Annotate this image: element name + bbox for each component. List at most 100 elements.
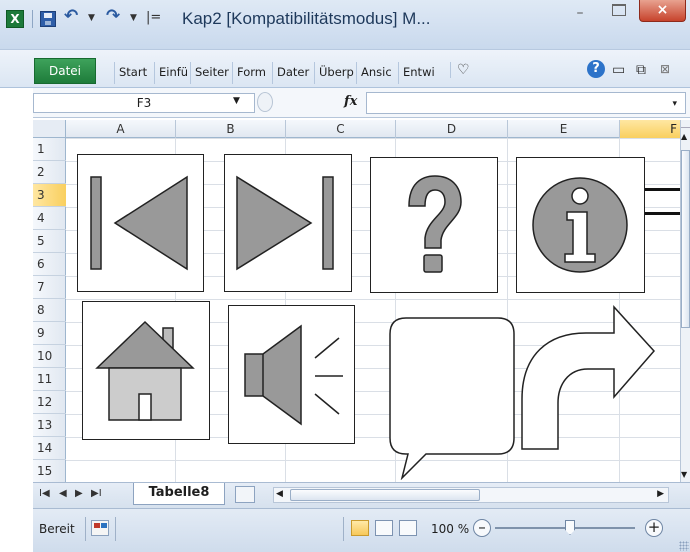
separator (115, 517, 116, 541)
first-sheet-icon[interactable]: I◀ (39, 488, 50, 499)
help-icon[interactable]: ? (587, 60, 605, 78)
house-icon (95, 320, 195, 421)
column-header-d[interactable]: D (396, 120, 508, 138)
skip-to-start-icon (90, 175, 188, 271)
row-header[interactable]: 10 (33, 345, 66, 368)
next-sheet-icon[interactable]: ▶ (75, 488, 83, 499)
tab-page-layout[interactable]: Seiter (190, 62, 232, 84)
row-header[interactable]: 1 (33, 138, 66, 161)
undo-dropdown-icon[interactable]: ▼ (88, 13, 95, 23)
row-header[interactable]: 6 (33, 253, 66, 276)
status-ready: Bereit (39, 522, 75, 536)
page-break-view-icon[interactable] (399, 520, 417, 536)
separator (32, 10, 33, 28)
left-margin (0, 88, 33, 552)
column-header-f[interactable]: F (620, 120, 682, 138)
redo-icon[interactable]: ↷ (106, 6, 120, 26)
redo-dropdown-icon[interactable]: ▼ (130, 13, 137, 23)
status-bar: Bereit 100 % – + (33, 508, 690, 552)
separator (343, 517, 344, 541)
vertical-scrollbar[interactable]: ▲ ▼ (680, 120, 690, 485)
ribbon-tab-row: Datei Start Einfü Seiter Form Dater Über… (0, 50, 690, 88)
row-header[interactable]: 13 (33, 414, 66, 437)
connector-line (645, 212, 682, 215)
insert-function-icon[interactable]: fx (344, 94, 357, 109)
scroll-right-icon[interactable]: ▶ (657, 489, 664, 499)
row-header[interactable]: 9 (33, 322, 66, 345)
last-sheet-icon[interactable]: ▶I (91, 488, 102, 499)
formula-bar: F3 ▼ fx ▾ (0, 88, 690, 118)
skip-to-end-icon (236, 175, 334, 271)
cell-grid[interactable] (66, 138, 682, 482)
tab-developer[interactable]: Entwi (398, 62, 442, 84)
curved-arrow[interactable] (518, 303, 658, 451)
macro-record-icon[interactable] (91, 520, 109, 536)
horizontal-scrollbar[interactable]: ◀ ▶ (273, 487, 669, 503)
vertical-scroll-thumb[interactable] (681, 150, 690, 328)
split-box[interactable] (681, 120, 690, 128)
row-header[interactable]: 12 (33, 391, 66, 414)
resize-grip[interactable] (679, 541, 689, 551)
tab-data[interactable]: Dater (272, 62, 314, 84)
last-track-button[interactable] (224, 154, 352, 292)
question-mark-icon (408, 175, 462, 273)
row-header[interactable]: 11 (33, 368, 66, 391)
column-header-b[interactable]: B (176, 120, 286, 138)
row-header[interactable]: 15 (33, 460, 66, 483)
heart-icon[interactable]: ♡ (450, 62, 470, 78)
maximize-button[interactable] (612, 4, 626, 16)
insert-sheet-icon[interactable] (235, 486, 255, 503)
row-header[interactable]: 14 (33, 437, 66, 460)
scroll-down-icon[interactable]: ▼ (681, 470, 687, 479)
zoom-in-button[interactable]: + (645, 519, 663, 537)
row-header[interactable]: 5 (33, 230, 66, 253)
tab-formulas[interactable]: Form (232, 62, 272, 84)
sheet-tab-active[interactable]: Tabelle8 (133, 483, 225, 505)
minimize-button[interactable]: – (568, 6, 592, 24)
sound-button[interactable] (228, 305, 355, 444)
tab-start[interactable]: Start (114, 62, 154, 84)
row-header[interactable]: 4 (33, 207, 66, 230)
select-all-corner[interactable] (33, 120, 66, 138)
row-header[interactable]: 8 (33, 299, 66, 322)
tab-insert[interactable]: Einfü (154, 62, 190, 84)
close-workbook-icon[interactable]: ⊠ (660, 62, 670, 76)
scroll-up-icon[interactable]: ▲ (681, 132, 687, 141)
scroll-left-icon[interactable]: ◀ (276, 489, 283, 499)
zoom-level[interactable]: 100 % (431, 522, 469, 536)
row-header[interactable]: 7 (33, 276, 66, 299)
tab-file[interactable]: Datei (34, 58, 96, 84)
expand-formula-icon[interactable]: ▾ (672, 99, 677, 109)
column-header-e[interactable]: E (508, 120, 620, 138)
first-track-button[interactable] (77, 154, 204, 292)
column-header-c[interactable]: C (286, 120, 396, 138)
prev-sheet-icon[interactable]: ◀ (59, 488, 67, 499)
horizontal-scroll-thumb[interactable] (290, 489, 480, 501)
help-button[interactable] (370, 157, 498, 293)
formula-input[interactable]: ▾ (366, 92, 686, 114)
undo-icon[interactable]: ↶ (64, 6, 78, 26)
save-icon[interactable] (40, 11, 56, 27)
tab-view[interactable]: Ansic (356, 62, 398, 84)
tab-review[interactable]: Überp (314, 62, 356, 84)
zoom-slider-thumb[interactable] (565, 520, 575, 535)
info-button[interactable] (516, 157, 645, 293)
column-header-a[interactable]: A (66, 120, 176, 138)
customize-qat-button[interactable]: |= (146, 10, 161, 25)
zoom-out-button[interactable]: – (473, 519, 491, 537)
ribbon-minimize-icon[interactable]: ▭ (612, 62, 625, 78)
restore-window-icon[interactable]: ⧉ (636, 62, 646, 78)
close-button[interactable]: × (639, 0, 686, 22)
speaker-icon (244, 324, 343, 426)
connector-line (645, 188, 682, 191)
name-box-dropdown-icon[interactable]: ▼ (233, 96, 240, 106)
speech-bubble[interactable] (386, 310, 520, 480)
home-button[interactable] (82, 301, 210, 440)
separator (85, 517, 86, 541)
normal-view-icon[interactable] (351, 520, 369, 536)
row-header-selected[interactable]: 3 (33, 184, 66, 207)
name-box[interactable]: F3 (33, 93, 255, 113)
row-header[interactable]: 2 (33, 161, 66, 184)
excel-app-icon[interactable]: X (6, 10, 24, 28)
page-layout-view-icon[interactable] (375, 520, 393, 536)
